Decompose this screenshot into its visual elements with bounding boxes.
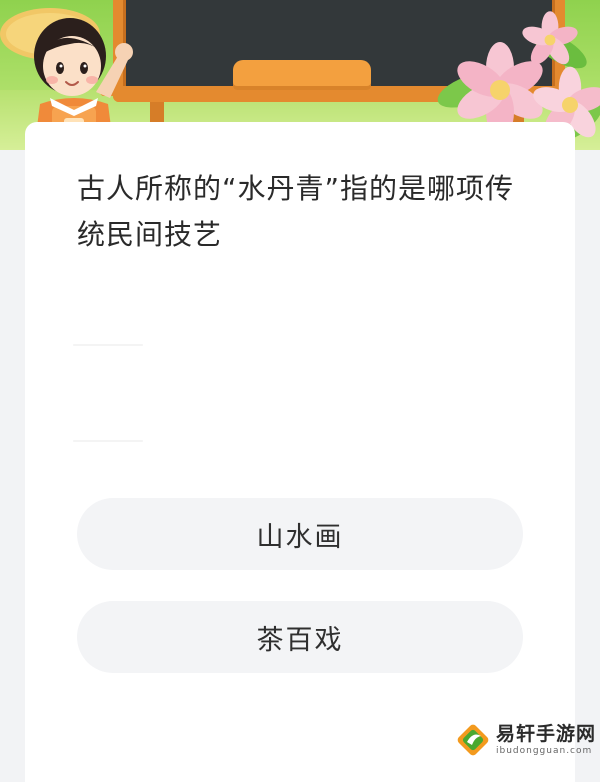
question-card: 古人所称的“水丹青”指的是哪项传统民间技艺 山水画 茶百戏 [25, 122, 575, 782]
answer-option-1[interactable]: 山水画 [77, 498, 523, 570]
watermark-domain: ibudongguan.com [496, 746, 593, 756]
divider [73, 440, 143, 442]
watermark: 易轩手游网 ibudongguan.com [450, 712, 600, 768]
question-text: 古人所称的“水丹青”指的是哪项传统民间技艺 [77, 172, 515, 251]
answer-option-2[interactable]: 茶百戏 [77, 601, 523, 673]
watermark-name: 易轩手游网 [496, 723, 597, 745]
chalkboard-tab [233, 60, 371, 90]
divider [73, 344, 143, 346]
leaf-diamond-logo-icon [457, 724, 489, 756]
